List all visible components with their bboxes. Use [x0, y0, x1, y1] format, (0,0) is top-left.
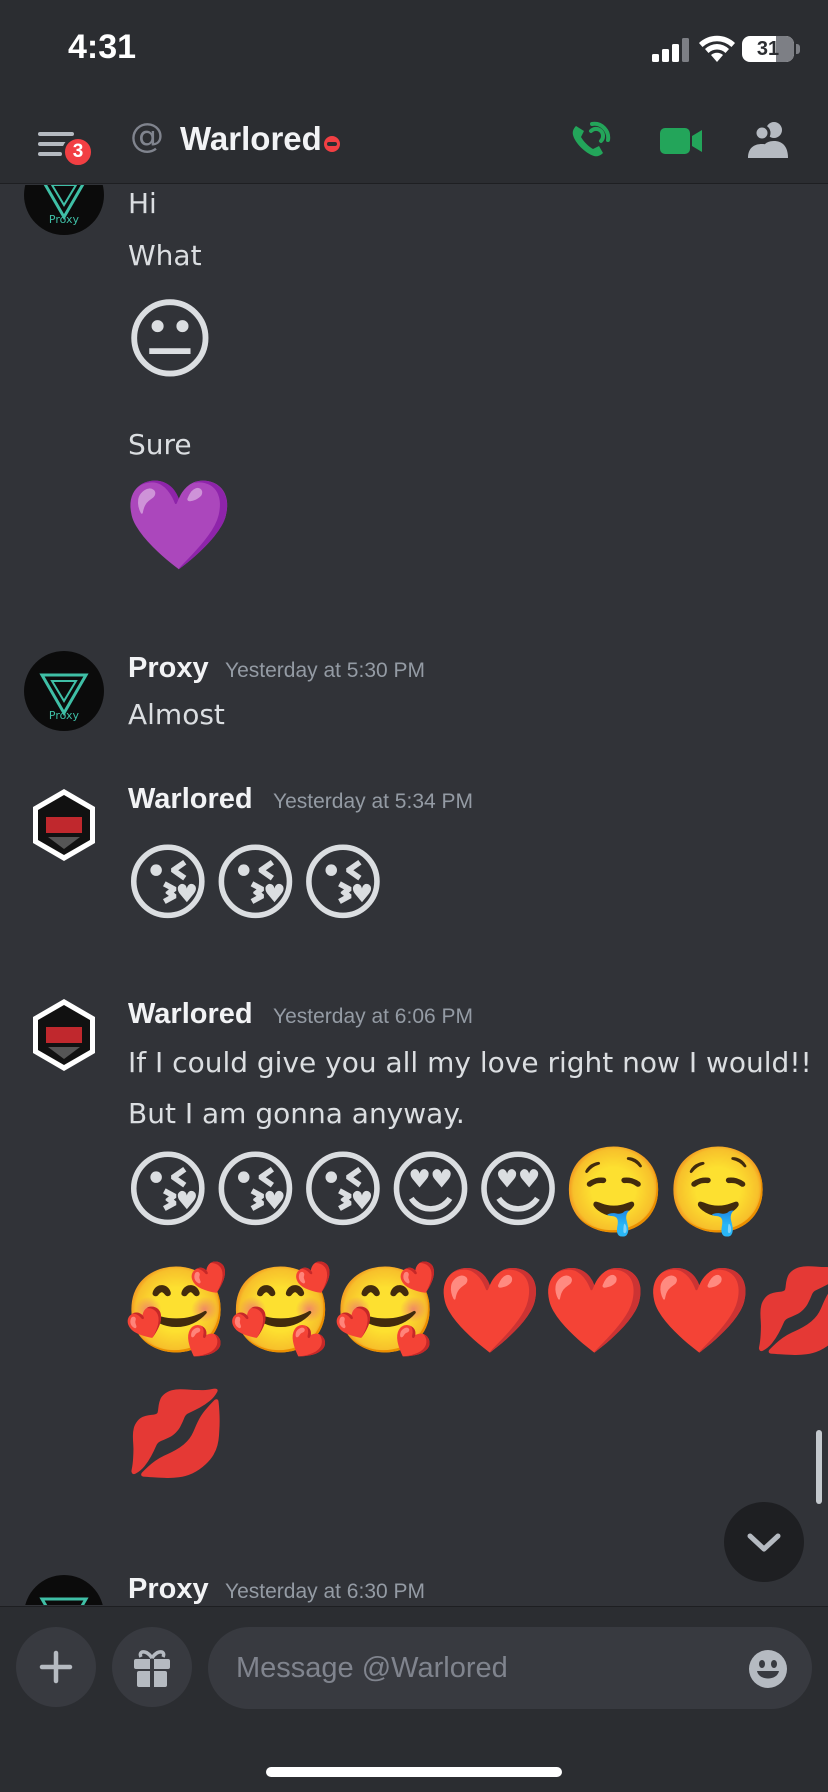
- message-timestamp: Yesterday at 5:34 PM: [273, 790, 474, 813]
- message-author[interactable]: Warlored: [128, 998, 253, 1031]
- proxy-logo-icon: [39, 1597, 89, 1605]
- add-attachment-button[interactable]: [16, 1627, 96, 1707]
- message-text: If I could give you all my love right no…: [128, 1046, 812, 1079]
- chevron-down-icon: [747, 1533, 781, 1552]
- cell-signal-icon: [652, 38, 689, 62]
- warlored-logo-icon: [33, 789, 95, 861]
- status-bar: 4:31 31: [0, 0, 828, 100]
- message-emoji: 💜: [124, 473, 234, 576]
- members-icon[interactable]: [744, 118, 794, 164]
- notification-badge: 3: [62, 136, 94, 168]
- message-input[interactable]: [208, 1627, 812, 1709]
- message-text: But I am gonna anyway.: [128, 1097, 465, 1130]
- message-author[interactable]: Warlored: [128, 783, 253, 816]
- battery-icon: 31: [742, 36, 794, 62]
- message-emoji: 😘😘😘😍😍🤤🤤: [124, 1141, 772, 1239]
- channel-header: 3 @ Warlored: [0, 100, 828, 184]
- smiley-icon[interactable]: [748, 1649, 788, 1689]
- hamburger-icon: [38, 132, 74, 136]
- message-emoji: 😘😘😘: [124, 834, 387, 932]
- message-text: What: [128, 239, 202, 272]
- avatar[interactable]: [24, 1575, 104, 1605]
- battery-percent: 31: [756, 38, 780, 60]
- plus-icon: [39, 1650, 73, 1684]
- proxy-logo-icon: Proxy: [43, 185, 85, 226]
- dnd-status-icon: [324, 136, 340, 152]
- gift-button[interactable]: [112, 1627, 192, 1707]
- page-title[interactable]: Warlored: [180, 120, 322, 158]
- proxy-logo-icon: Proxy: [39, 673, 89, 722]
- svg-text:Proxy: Proxy: [49, 709, 80, 722]
- message-text: Almost: [128, 698, 225, 731]
- message-text: Sure: [128, 428, 192, 461]
- gift-icon: [134, 1650, 170, 1687]
- message-timestamp: Yesterday at 6:30 PM: [225, 1580, 426, 1603]
- wifi-icon: [699, 35, 735, 62]
- message-author[interactable]: Proxy: [128, 652, 209, 685]
- jump-to-present-button[interactable]: [724, 1502, 804, 1582]
- warlored-logo-icon: [33, 999, 95, 1071]
- message-composer: [0, 1606, 828, 1792]
- avatar[interactable]: [24, 995, 104, 1075]
- menu-button[interactable]: 3: [34, 122, 98, 172]
- message-list[interactable]: Proxy Hi What 😐 Sure 💜 Proxy Proxy Yeste…: [0, 185, 828, 1605]
- message-emoji: 😐: [124, 288, 216, 391]
- battery-nub: [796, 44, 800, 54]
- message-emoji: 💋: [124, 1384, 229, 1482]
- phone-icon[interactable]: [566, 118, 616, 164]
- status-time: 4:31: [68, 28, 137, 66]
- message-author[interactable]: Proxy: [128, 1573, 209, 1605]
- message-text: Hi: [128, 187, 157, 220]
- at-sign-icon: @: [130, 116, 164, 156]
- avatar[interactable]: [24, 785, 104, 865]
- home-indicator: [266, 1767, 562, 1777]
- message-timestamp: Yesterday at 5:30 PM: [225, 659, 426, 682]
- avatar[interactable]: Proxy: [24, 185, 104, 235]
- message-emoji: 🥰🥰🥰❤️❤️❤️💋: [124, 1261, 828, 1359]
- scrollbar-thumb[interactable]: [816, 1430, 822, 1504]
- svg-text:Proxy: Proxy: [49, 213, 80, 226]
- avatar[interactable]: Proxy: [24, 651, 104, 731]
- video-camera-icon[interactable]: [656, 118, 706, 164]
- message-timestamp: Yesterday at 6:06 PM: [273, 1005, 474, 1028]
